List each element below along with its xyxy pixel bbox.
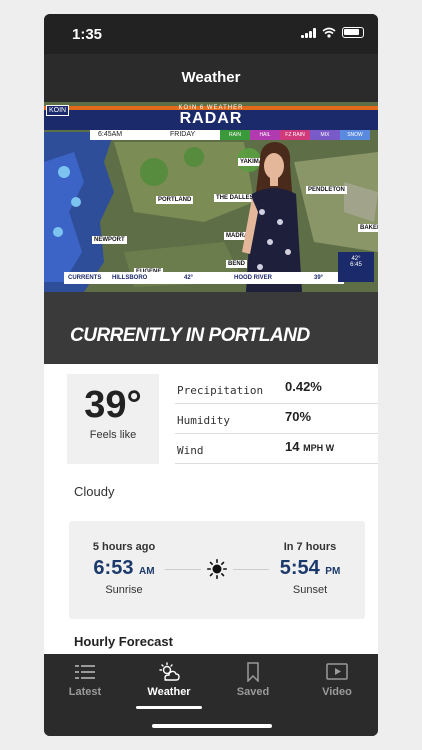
wifi-icon [322,27,336,38]
tab-bar: Latest Weather Saved Video [44,654,378,736]
sunset-label: Sunset [292,584,328,596]
radar-video[interactable]: KOIN 6 WEATHER RADAR KOIN 6:45AM FRIDAY … [44,102,378,292]
sunrise-time: 6:53 AM [69,557,179,580]
wind-unit: MPH W [303,443,335,453]
play-icon [326,663,348,680]
stat-value: 14 MPH W [285,439,334,454]
current-temperature: 39° [84,384,142,426]
humidity-value: 70% [285,409,312,424]
stat-value: 0.42% [285,379,322,394]
active-tab-indicator [136,706,202,709]
sunrise-time-value: 6:53 [93,557,134,579]
tab-video-label: Video [322,686,352,698]
stat-label: Wind [177,444,204,457]
conditions-ticker: CURRENTS HILLSBORO 42° HOOD RIVER 39° [64,272,344,284]
stat-value: 70% [285,409,311,424]
legend-fz-rain: FZ RAIN [280,130,310,140]
app-header: Weather [44,54,378,102]
radar-timebar: 6:45AM FRIDAY [90,130,240,140]
koin-logo: KOIN [46,105,70,116]
sunset-ago: In 7 hours [283,541,337,553]
condition-text: Cloudy [74,484,115,499]
ticker-city: HOOD RIVER [234,275,273,281]
corner-time: 6:45 [350,262,362,268]
city-label: PENDLETON [306,186,347,194]
radar-time: 6:45AM [98,131,123,138]
status-icons [301,27,364,38]
legend-hail: HAIL [250,130,280,140]
status-bar: 1:35 [44,14,378,54]
sunrise-ago: 5 hours ago [92,541,156,553]
current-section-header: CURRENTLY IN PORTLAND [44,292,378,364]
sunset-time: 5:54 PM [255,557,365,580]
divider [165,569,201,570]
signal-icon [301,27,316,38]
stat-label: Precipitation [177,384,264,397]
feels-like-label: Feels like [89,429,137,441]
ticker-city: HILLSBORO [112,275,148,281]
bookmark-icon [247,662,259,682]
sunrise-ampm: AM [139,566,155,577]
phone-screen: 1:35 Weather KOIN 6 WEATHER RADAR KOIN 6… [44,14,378,736]
tab-weather[interactable]: Weather [134,662,204,698]
list-icon [75,665,95,679]
tab-saved-label: Saved [236,686,270,698]
wind-value: 14 [285,439,300,454]
sunrise-label: Sunrise [105,584,143,596]
home-indicator[interactable] [152,724,272,728]
stat-row-wind: Wind 14 MPH W [175,434,378,464]
status-time: 1:35 [72,26,103,43]
sunset-ampm: PM [325,566,341,577]
city-label: PORTLAND [156,196,194,204]
hourly-forecast-title: Hourly Forecast [74,634,173,649]
legend-snow: SNOW [340,130,370,140]
battery-icon [342,27,364,38]
stat-row-precipitation: Precipitation 0.42% [175,374,378,404]
tab-saved[interactable]: Saved [218,662,288,698]
stat-row-humidity: Humidity 70% [175,404,378,434]
radar-legend: RAIN HAIL FZ RAIN MIX SNOW [220,130,370,140]
sunset-column: In 7 hours 5:54 PM Sunset [255,541,365,596]
ticker-label: CURRENTS [68,275,102,281]
ticker-temp: 42° [184,275,194,281]
city-label: NEWPORT [92,236,127,244]
meteorologist [242,142,302,292]
legend-mix: MIX [310,130,340,140]
tab-weather-label: Weather [147,686,191,698]
ticker-temp: 39° [314,275,324,281]
radar-day: FRIDAY [170,131,196,138]
page-title: Weather [181,69,241,86]
tab-latest[interactable]: Latest [50,662,120,698]
current-conditions-card: 39° Feels like Precipitation 0.42% Humid… [44,364,378,654]
legend-rain: RAIN [220,130,250,140]
current-location-title: CURRENTLY IN PORTLAND [70,325,310,346]
tab-video[interactable]: Video [302,662,372,698]
weather-icon [159,662,180,681]
temperature-box: 39° Feels like [67,374,159,464]
koin-corner-badge: 42° 6:45 [338,252,374,282]
banner-title: RADAR [179,110,243,127]
city-label: BAKER [358,224,378,232]
sun-times-box: 5 hours ago 6:53 AM Sunrise In 7 hours 5… [69,521,365,619]
sunrise-column: 5 hours ago 6:53 AM Sunrise [69,541,179,596]
precipitation-value: 0.42% [285,379,322,394]
tab-latest-label: Latest [68,686,102,698]
sun-icon [207,559,227,579]
sunset-time-value: 5:54 [279,557,320,579]
stat-label: Humidity [177,414,230,427]
